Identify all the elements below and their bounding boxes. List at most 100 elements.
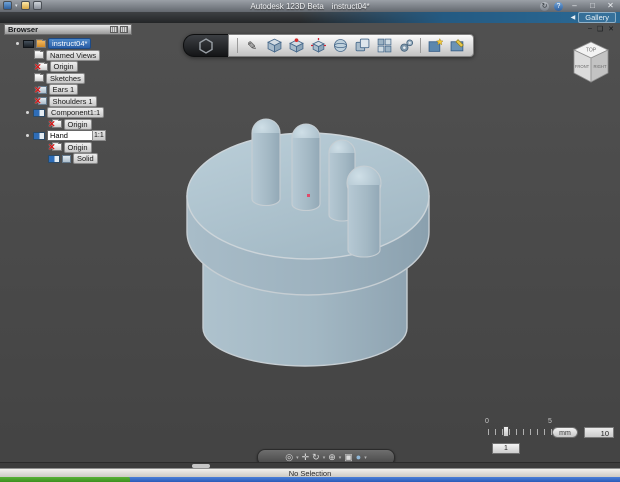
- gallery-button[interactable]: Gallery: [578, 12, 616, 23]
- tree-item-ears[interactable]: ✕ Ears 1: [4, 84, 132, 96]
- taskbar-edge[interactable]: [0, 477, 620, 482]
- snap-slider-thumb[interactable]: [503, 426, 509, 437]
- origin-point[interactable]: [307, 194, 310, 197]
- visibility-toggle-icon[interactable]: [33, 131, 45, 140]
- toolbar-separator: [237, 38, 238, 53]
- tree-item-component1[interactable]: Component1:1: [4, 107, 132, 119]
- sphere-tool-button[interactable]: [329, 36, 351, 55]
- solid-body-icon: [62, 154, 71, 163]
- maximize-button[interactable]: □: [586, 1, 599, 11]
- help-icon[interactable]: ?: [554, 1, 563, 11]
- pen-tool-button[interactable]: ✎: [241, 36, 263, 55]
- tree-label-suffix: 1:1: [92, 130, 106, 142]
- hidden-x-icon: ✕: [34, 84, 42, 95]
- gears-button[interactable]: [395, 36, 417, 55]
- tree-item-shoulders[interactable]: ✕ Shoulders 1: [4, 95, 132, 108]
- grid-size-field[interactable]: 10: [584, 427, 614, 438]
- tree-item-origin-2[interactable]: ✕ Origin: [4, 118, 132, 131]
- hidden-x-icon: ✕: [34, 96, 42, 107]
- tree-item-named-views[interactable]: Named Views: [4, 49, 132, 62]
- tree-label[interactable]: Named Views: [46, 49, 101, 61]
- visibility-toggle-icon[interactable]: [48, 154, 60, 163]
- primitive-cube-button[interactable]: [263, 36, 285, 55]
- grid-panes-icon: [377, 38, 391, 53]
- edit-image-button[interactable]: [446, 36, 468, 55]
- expand-bullet-icon[interactable]: [26, 134, 29, 138]
- move-button[interactable]: [307, 36, 329, 55]
- gallery-back-icon[interactable]: ◀: [571, 14, 576, 21]
- app-title: Autodesk 123D Beta: [250, 1, 324, 11]
- tree-label[interactable]: Origin: [63, 118, 92, 130]
- document-title: instruct04*: [331, 1, 370, 11]
- panel-options-icon[interactable]: [110, 26, 118, 33]
- dropdown-icon[interactable]: ▾: [339, 455, 342, 461]
- snap-ruler[interactable]: [488, 429, 556, 435]
- rename-input[interactable]: [47, 130, 93, 142]
- dropdown-icon[interactable]: ▾: [364, 455, 367, 461]
- star-document-icon: [428, 38, 443, 52]
- tree-item-origin-1[interactable]: ✕ Origin: [4, 61, 132, 73]
- assembly-folder-icon: [36, 38, 46, 48]
- cube-vertex-icon: [288, 38, 304, 53]
- close-button[interactable]: ✕: [604, 1, 617, 11]
- sync-icon[interactable]: ↻: [540, 1, 549, 11]
- expand-bullet-icon[interactable]: [26, 111, 29, 115]
- viewcube-top-label[interactable]: TOP: [586, 48, 597, 54]
- tree-label[interactable]: Component1:1: [47, 107, 105, 119]
- minimize-button[interactable]: –: [568, 1, 581, 11]
- visibility-checkbox-icon[interactable]: [23, 39, 34, 48]
- app-window: ▾ Autodesk 123D Beta instruct04* ↻ ? – □…: [0, 0, 620, 482]
- dropdown-icon[interactable]: ▾: [296, 455, 299, 461]
- doc-restore-icon[interactable]: ❑: [597, 25, 603, 33]
- pattern-button[interactable]: [373, 36, 395, 55]
- view-cube[interactable]: TOP FRONT RIGHT: [568, 38, 614, 93]
- sketches-folder-icon: [34, 73, 44, 83]
- cube-move-icon: [310, 38, 326, 53]
- window-title: Autodesk 123D Beta instruct04*: [0, 0, 620, 12]
- gears-icon: [399, 39, 413, 52]
- dropdown-icon[interactable]: ▾: [323, 455, 326, 461]
- main-toolbar: ✎: [183, 34, 474, 57]
- units-button[interactable]: mm: [552, 427, 578, 438]
- tree-label-root[interactable]: instruct04*: [48, 38, 92, 50]
- doc-close-icon[interactable]: ✕: [608, 25, 614, 33]
- hidden-x-icon: ✕: [48, 119, 56, 130]
- hidden-x-icon: ✕: [48, 142, 56, 153]
- tree-label[interactable]: Shoulders 1: [48, 95, 97, 107]
- snap-min-label: 0: [485, 418, 489, 425]
- expand-bullet-icon[interactable]: [16, 42, 19, 46]
- tree-item-origin-3[interactable]: ✕ Origin: [4, 141, 132, 154]
- combine-button[interactable]: [351, 36, 373, 55]
- pen-icon: ✎: [246, 38, 258, 53]
- browser-panel-header[interactable]: Browser: [4, 24, 132, 35]
- visibility-toggle-icon[interactable]: [33, 108, 45, 117]
- toolbar-separator: [420, 38, 421, 53]
- combine-icon: [355, 38, 369, 52]
- panel-float-icon[interactable]: [120, 26, 128, 33]
- start-button-edge[interactable]: [0, 477, 130, 482]
- snap-value-box[interactable]: 1: [492, 443, 520, 454]
- tree-label[interactable]: Origin: [63, 141, 92, 153]
- tree-label[interactable]: Origin: [49, 61, 78, 73]
- document-window-controls: – ❑ ✕: [588, 25, 614, 33]
- tree-label[interactable]: Sketches: [46, 72, 85, 84]
- tree-item-solid[interactable]: Solid: [4, 153, 132, 165]
- viewcube-right-label[interactable]: RIGHT: [593, 64, 606, 69]
- tree-label[interactable]: Solid: [73, 153, 98, 165]
- cube-icon: [266, 38, 282, 53]
- hexagon-menu-button[interactable]: [183, 34, 228, 57]
- tree-item-sketches[interactable]: Sketches: [4, 72, 132, 85]
- browser-tree: instruct04* Named Views ✕ Origin Sketche…: [4, 35, 132, 165]
- new-3d-button[interactable]: [424, 36, 446, 55]
- hexagon-icon: [199, 37, 213, 54]
- tree-label[interactable]: Ears 1: [48, 84, 79, 96]
- viewcube-front-label[interactable]: FRONT: [575, 64, 590, 69]
- tree-item-root[interactable]: instruct04*: [4, 38, 132, 50]
- model-cylinder-brick[interactable]: [178, 103, 440, 375]
- named-views-folder-icon: [34, 50, 44, 60]
- vertex-edit-button[interactable]: [285, 36, 307, 55]
- doc-minimize-icon[interactable]: –: [588, 25, 592, 33]
- snap-max-label: 5: [548, 418, 552, 425]
- browser-panel-title: Browser: [8, 25, 39, 34]
- tree-item-hand-renaming[interactable]: 1:1: [4, 130, 132, 142]
